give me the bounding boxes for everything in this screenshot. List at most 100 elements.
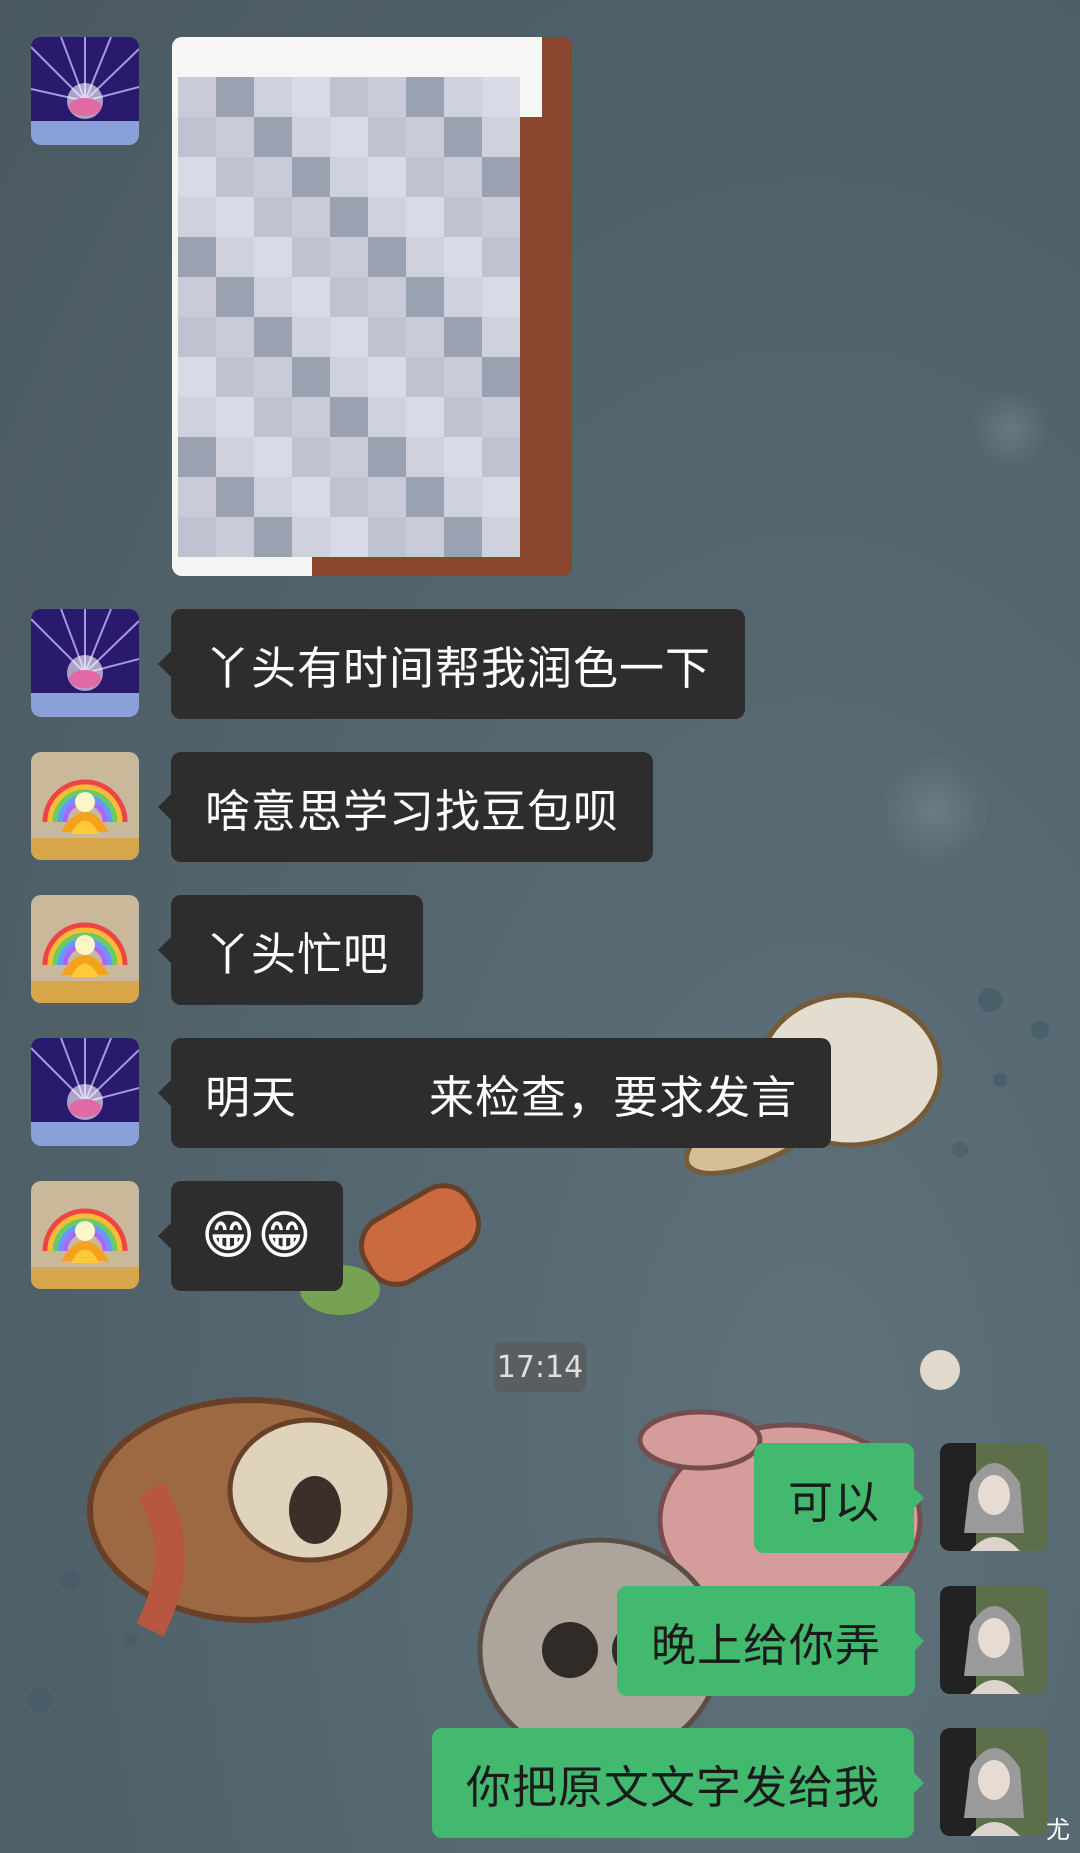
mosaic-tile — [254, 277, 292, 317]
mosaic-tile — [216, 277, 254, 317]
mosaic-tile — [482, 157, 520, 197]
mosaic-tile — [368, 397, 406, 437]
mosaic-tile — [406, 277, 444, 317]
mosaic-tile — [216, 197, 254, 237]
mosaic-tile — [330, 437, 368, 477]
message-bubble-incoming[interactable]: 丫头有时间帮我润色一下 — [171, 609, 746, 719]
message-text: 可以 — [788, 1475, 881, 1529]
mosaic-tile — [178, 277, 216, 317]
mosaic-tile — [368, 517, 406, 557]
message-bubble-outgoing[interactable]: 你把原文文字发给我 — [432, 1728, 915, 1838]
mosaic-tile — [368, 317, 406, 357]
mosaic-tile — [406, 517, 444, 557]
mosaic-tile — [330, 77, 368, 117]
mosaic-tile — [444, 437, 482, 477]
shared-photo[interactable] — [172, 37, 572, 576]
bubble-tail — [158, 650, 172, 678]
mosaic-tile — [178, 157, 216, 197]
message-bubble-outgoing[interactable]: 晚上给你弄 — [617, 1586, 916, 1696]
message-text: 啥意思学习找豆包呗 — [205, 784, 620, 838]
mosaic-tile — [444, 317, 482, 357]
bubble-tail — [910, 1769, 924, 1797]
mosaic-tile — [368, 237, 406, 277]
mosaic-tile — [330, 277, 368, 317]
mosaic-tile — [482, 357, 520, 397]
corner-watermark: 尤 — [1046, 1816, 1070, 1844]
avatar-user-portrait-icon[interactable] — [940, 1443, 1048, 1551]
mosaic-tile — [292, 117, 330, 157]
bubble-tail — [158, 1079, 172, 1107]
message-text: 丫头忙吧 — [205, 927, 390, 981]
mosaic-tile — [482, 277, 520, 317]
avatar-lotus-rainbow-icon[interactable] — [31, 752, 139, 860]
mosaic-tile — [178, 77, 216, 117]
message-bubble-outgoing[interactable]: 可以 — [754, 1443, 915, 1553]
mosaic-tile — [368, 437, 406, 477]
mosaic-tile — [330, 397, 368, 437]
message-text: 丫头有时间帮我润色一下 — [205, 641, 712, 695]
mosaic-tile — [178, 477, 216, 517]
mosaic-tile — [444, 517, 482, 557]
mosaic-tile — [178, 357, 216, 397]
avatar-user-portrait-icon[interactable] — [940, 1586, 1048, 1694]
mosaic-tile — [216, 397, 254, 437]
mosaic-tile — [292, 477, 330, 517]
avatar-lotus-rainbow-icon[interactable] — [31, 895, 139, 1003]
mosaic-tile — [406, 437, 444, 477]
mosaic-tile — [254, 77, 292, 117]
mosaic-tile — [178, 197, 216, 237]
bubble-tail — [910, 1627, 924, 1655]
message-bubble-incoming[interactable]: 明天 来检查，要求发言 — [171, 1038, 831, 1148]
mosaic-tile — [482, 517, 520, 557]
mosaic-tile — [330, 117, 368, 157]
mosaic-tile — [368, 77, 406, 117]
grin-emoji-icon: 😁😁 — [201, 1206, 314, 1266]
avatar-lotus-purple-icon[interactable] — [31, 609, 139, 717]
mosaic-tile — [292, 357, 330, 397]
mosaic-tile — [216, 117, 254, 157]
mosaic-tile — [482, 237, 520, 277]
avatar-user-portrait-icon[interactable] — [940, 1728, 1048, 1836]
avatar-lotus-purple-icon[interactable] — [31, 1038, 139, 1146]
mosaic-tile — [444, 237, 482, 277]
avatar-lotus-purple-icon[interactable] — [31, 37, 139, 145]
mosaic-tile — [482, 397, 520, 437]
mosaic-tile — [216, 517, 254, 557]
mosaic-tile — [292, 397, 330, 437]
mosaic-tile — [254, 437, 292, 477]
message-bubble-incoming[interactable]: 丫头忙吧 — [171, 895, 424, 1005]
mosaic-tile — [444, 157, 482, 197]
mosaic-tile — [292, 317, 330, 357]
mosaic-tile — [406, 357, 444, 397]
mosaic-tile — [368, 357, 406, 397]
mosaic-tile — [216, 357, 254, 397]
mosaic-tile — [178, 317, 216, 357]
mosaic-tile — [406, 397, 444, 437]
message-bubble-incoming[interactable]: 啥意思学习找豆包呗 — [171, 752, 654, 862]
mosaic-tile — [216, 237, 254, 277]
mosaic-tile — [406, 197, 444, 237]
mosaic-tile — [406, 237, 444, 277]
mosaic-tile — [330, 197, 368, 237]
mosaic-tile — [444, 397, 482, 437]
mosaic-tile — [368, 117, 406, 157]
message-bubble-incoming[interactable]: 😁😁 — [171, 1181, 344, 1291]
mosaic-tile — [368, 157, 406, 197]
mosaic-tile — [292, 197, 330, 237]
timestamp: 17:14 — [494, 1342, 586, 1392]
mosaic-tile — [482, 477, 520, 517]
message-text: 晚上给你弄 — [651, 1618, 882, 1672]
mosaic-tile — [254, 237, 292, 277]
mosaic-tile — [254, 517, 292, 557]
mosaic-tile — [292, 277, 330, 317]
mosaic-tile — [292, 437, 330, 477]
mosaic-tile — [330, 517, 368, 557]
mosaic-tile — [444, 77, 482, 117]
mosaic-tile — [444, 117, 482, 157]
message-text-before: 明天 — [205, 1070, 298, 1124]
mosaic-tile — [444, 477, 482, 517]
mosaic-tile — [406, 317, 444, 357]
avatar-lotus-rainbow-icon[interactable] — [31, 1181, 139, 1289]
mosaic-tile — [216, 157, 254, 197]
redacted-block — [297, 1063, 429, 1123]
